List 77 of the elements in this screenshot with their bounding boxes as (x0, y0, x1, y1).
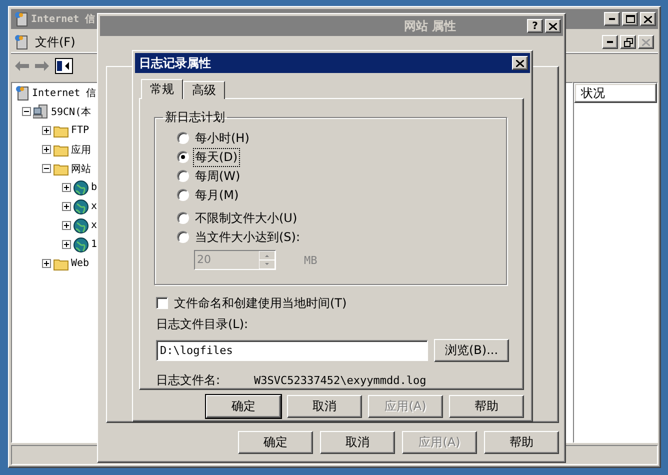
minimize-button[interactable] (604, 12, 620, 26)
folder-icon (53, 142, 69, 156)
server-icon (13, 34, 29, 50)
dialog-button[interactable]: 取消 (320, 431, 395, 454)
collapse-icon[interactable] (22, 107, 31, 116)
close-icon (549, 22, 557, 30)
collapse-icon[interactable] (42, 164, 51, 173)
close-button[interactable] (545, 19, 561, 33)
close-icon (516, 60, 524, 66)
tree-item[interactable]: x (91, 201, 98, 212)
tree-item[interactable]: Internet 信 (32, 86, 96, 100)
expand-icon[interactable] (42, 145, 51, 154)
radio-option[interactable]: 每天(D) (177, 149, 506, 165)
minimize-icon (607, 41, 613, 43)
radio-option[interactable]: 每周(W) (177, 168, 506, 184)
field-label: 日志文件目录(L): (155, 316, 250, 333)
unit-label: MB (304, 254, 318, 266)
expand-icon[interactable] (62, 221, 71, 230)
tree-item[interactable]: b (91, 182, 98, 193)
restore-button[interactable] (620, 35, 636, 49)
folder-icon (53, 256, 69, 270)
group-title: 新日志计划 (164, 109, 226, 126)
minimize-icon (609, 18, 615, 20)
tree-item[interactable]: Web (71, 258, 90, 269)
expand-icon[interactable] (42, 126, 51, 135)
tab[interactable]: 常规 (141, 79, 183, 99)
close-button[interactable] (640, 12, 656, 26)
menu-item[interactable]: 文件(F) (35, 34, 76, 50)
tree-item[interactable]: 1 (91, 239, 98, 250)
tree-item[interactable]: 59CN(本 (51, 104, 92, 118)
filename-value: W3SVC52337452\exyymmdd.log (254, 374, 426, 387)
checkbox-option[interactable]: 文件命名和创建使用当地时间(T) (140, 295, 523, 311)
close-icon (644, 16, 652, 22)
expand-icon[interactable] (62, 183, 71, 192)
folder-icon (53, 162, 69, 176)
maximize-button[interactable] (622, 12, 638, 26)
dialog-button[interactable]: 帮助 (484, 431, 559, 454)
server-icon (13, 11, 29, 27)
help-button[interactable]: ? (527, 19, 543, 33)
radio-option[interactable]: 不限制文件大小(U) (177, 210, 506, 226)
dialog-button[interactable]: 取消 (287, 395, 362, 418)
tree-item[interactable]: FTP (71, 125, 90, 136)
restore-icon (624, 38, 632, 46)
expand-icon[interactable] (62, 240, 71, 249)
tree-item[interactable]: x (91, 220, 98, 231)
minimize-button[interactable] (602, 35, 618, 49)
radio-option[interactable]: 每月(M) (177, 187, 506, 203)
radio-option[interactable]: 当文件大小达到(S): (177, 229, 506, 245)
tree-item[interactable]: 应用 (71, 142, 91, 156)
computer-icon (33, 104, 49, 120)
expand-icon[interactable] (62, 202, 71, 211)
tree-item[interactable]: 网站 (71, 162, 91, 176)
maximize-icon (626, 15, 634, 23)
globe-icon (73, 198, 89, 214)
dialog-button[interactable]: 帮助 (449, 395, 524, 418)
dialog-title: 日志记录属性 (139, 54, 211, 72)
radio-option[interactable]: 每小时(H) (177, 130, 506, 146)
close-icon (642, 38, 650, 46)
dialog-button[interactable]: 确定 (238, 431, 313, 454)
globe-icon (73, 236, 89, 252)
server-icon (14, 84, 30, 100)
folder-icon (53, 124, 69, 138)
expand-icon[interactable] (42, 259, 51, 268)
window-title: Internet 信 (31, 12, 96, 26)
forward-icon[interactable] (35, 61, 49, 71)
console-tree-icon[interactable] (55, 58, 73, 74)
field-label: 日志文件名: (156, 372, 220, 389)
globe-icon (73, 180, 89, 196)
column-header[interactable]: 状况 (574, 83, 657, 103)
tab[interactable]: 高级 (183, 81, 225, 99)
dialog-button[interactable]: 确定 (206, 395, 281, 418)
back-icon[interactable] (15, 61, 29, 71)
globe-icon (73, 218, 89, 234)
close-button[interactable] (512, 56, 528, 70)
browse-button[interactable]: 浏览(B)... (434, 339, 509, 362)
dialog-title: 网站 属性 (403, 18, 456, 34)
directory-field[interactable]: D:\logfiles (156, 340, 428, 361)
